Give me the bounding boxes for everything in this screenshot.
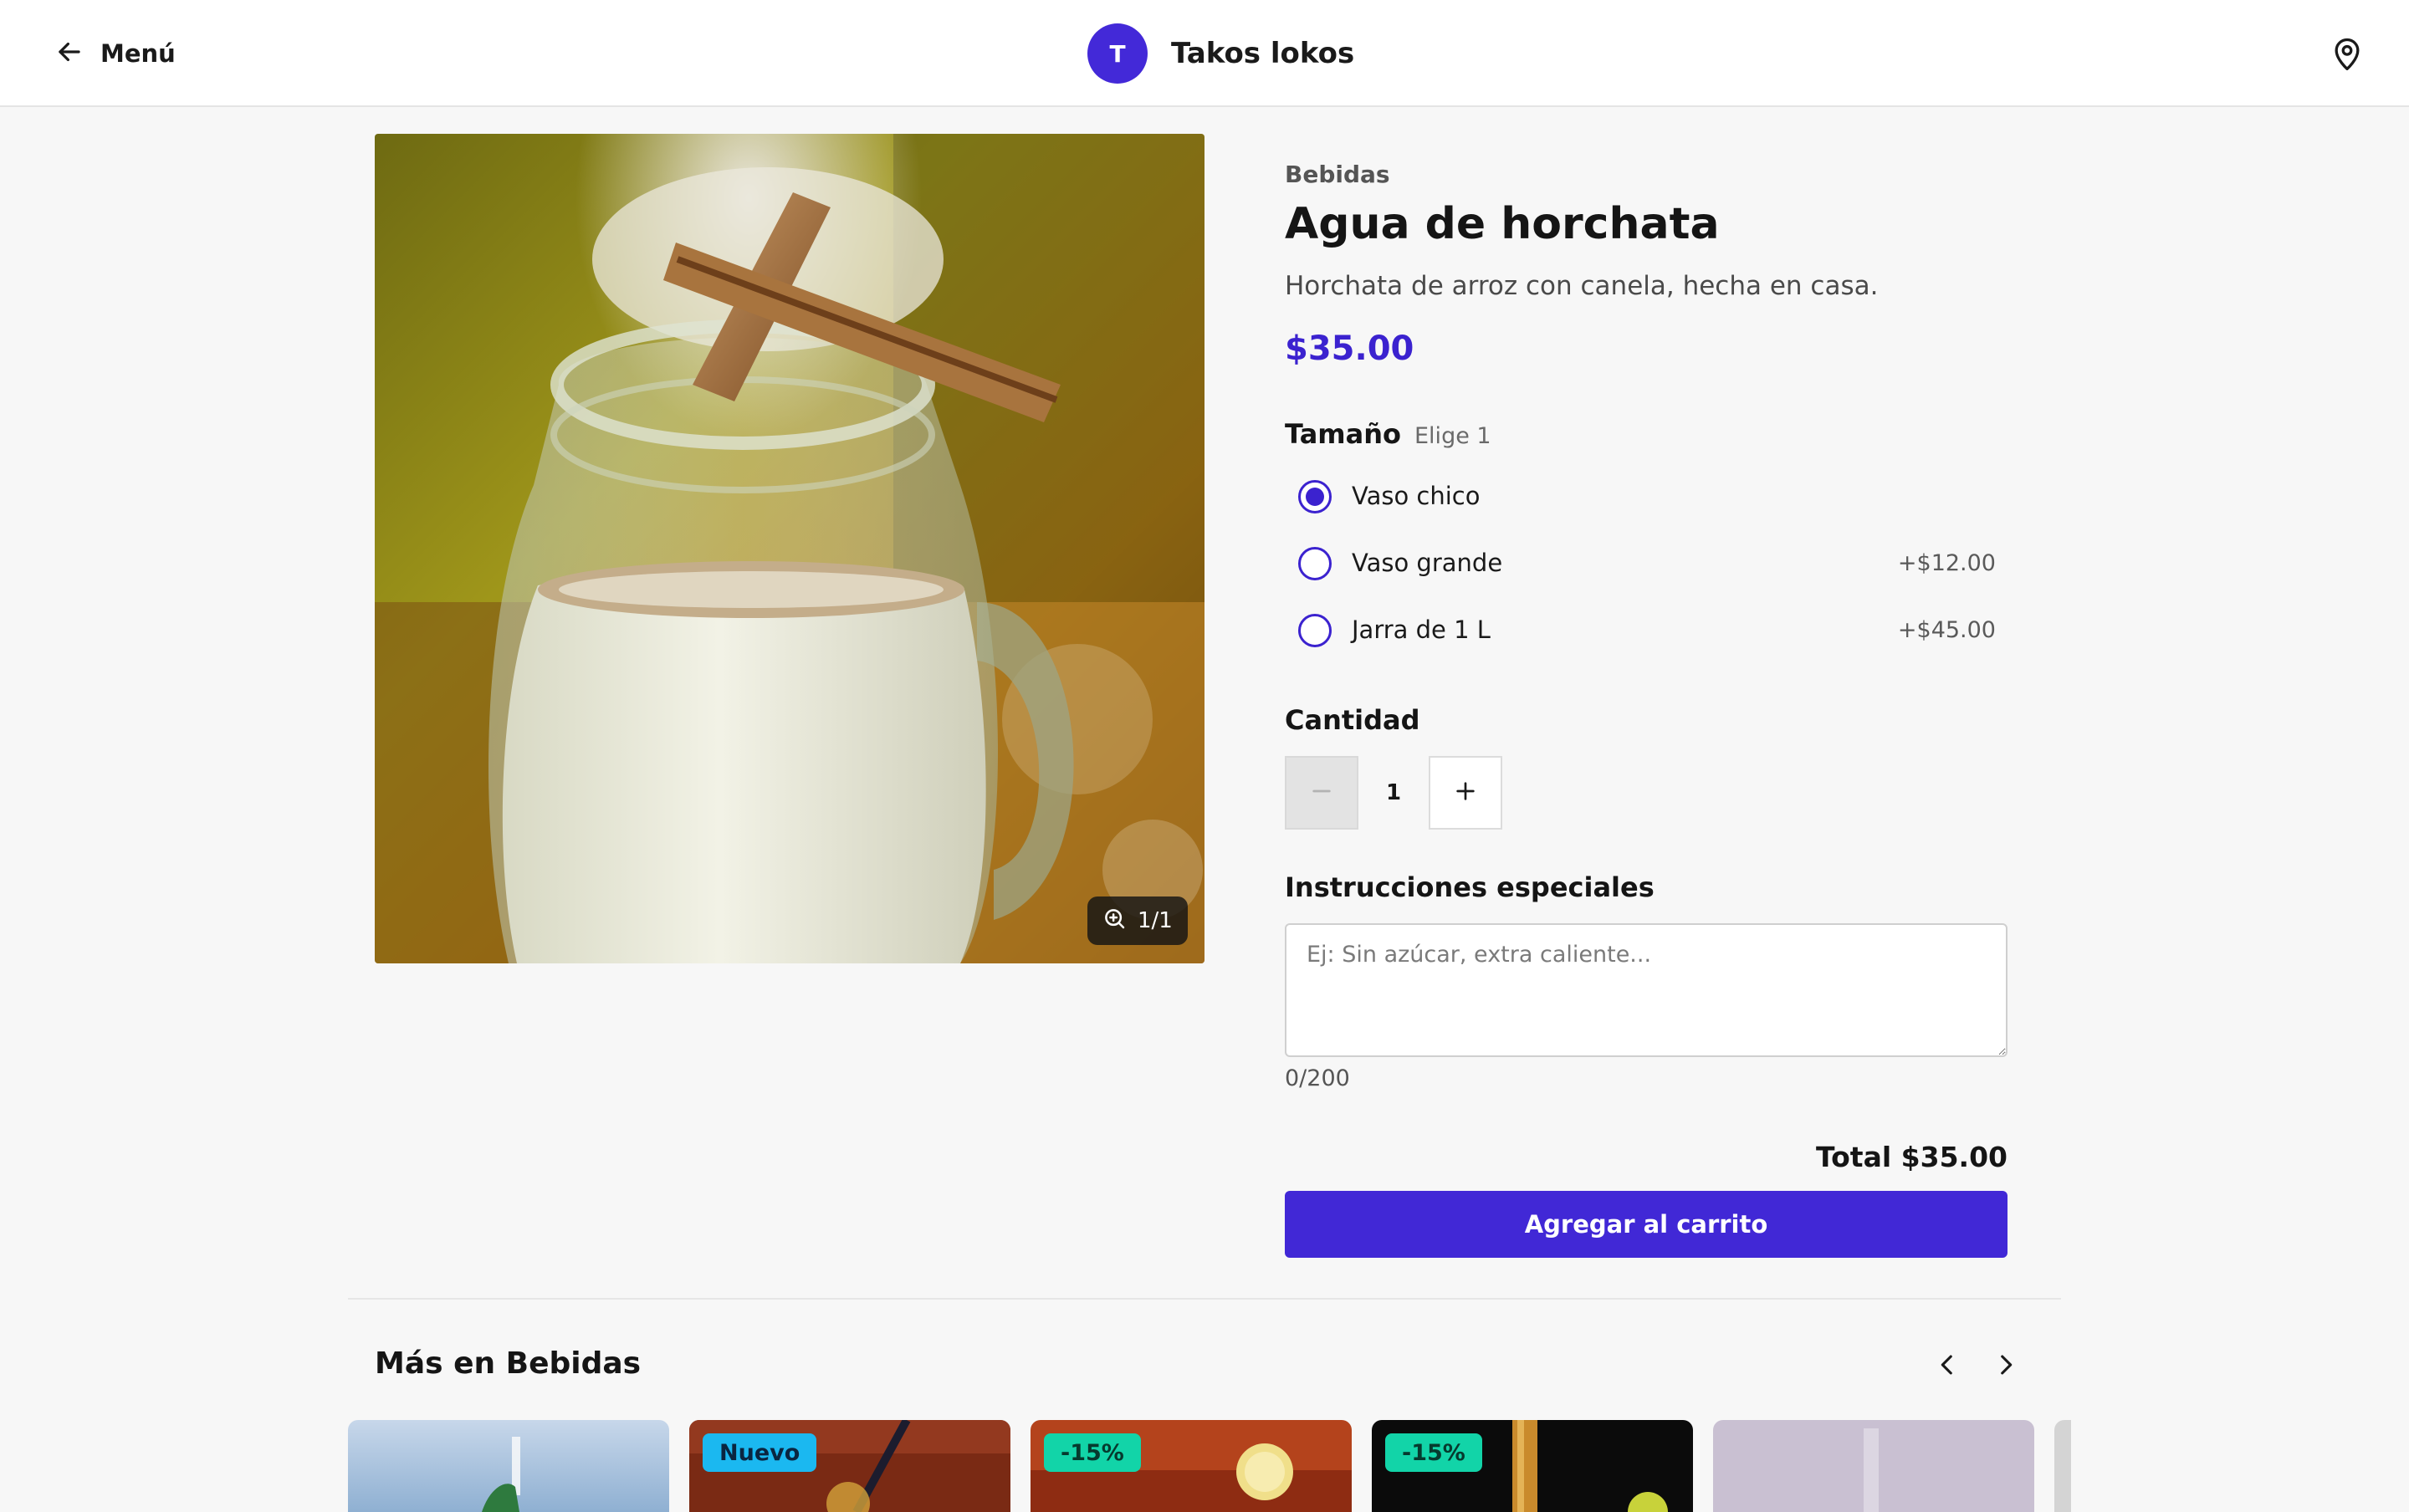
badge-discount: -15% bbox=[1044, 1433, 1141, 1472]
product-thumbnail bbox=[2054, 1420, 2071, 1512]
product-category: Bebidas bbox=[1285, 161, 1390, 188]
size-hint: Elige 1 bbox=[1414, 423, 1491, 449]
avatar: T bbox=[1087, 23, 1148, 84]
chevron-left-icon bbox=[1933, 1351, 1961, 1382]
related-section-title: Más en Bebidas bbox=[375, 1346, 642, 1381]
minus-icon bbox=[1308, 778, 1335, 808]
option-label: Vaso grande bbox=[1352, 549, 1503, 577]
option-label: Jarra de 1 L bbox=[1352, 616, 1491, 644]
product-thumbnail bbox=[348, 1420, 669, 1512]
top-bar: Menú T Takos lokos bbox=[0, 0, 2409, 107]
special-instructions-input[interactable] bbox=[1285, 923, 2008, 1057]
back-label: Menú bbox=[100, 39, 176, 68]
size-option-vaso-chico[interactable]: Vaso chico bbox=[1285, 467, 1996, 527]
option-label: Vaso chico bbox=[1352, 482, 1481, 510]
map-pin-icon bbox=[2329, 38, 2366, 75]
related-product-card[interactable]: -15% bbox=[1372, 1420, 1693, 1512]
related-product-card[interactable] bbox=[348, 1420, 669, 1512]
option-price: +$12.00 bbox=[1897, 550, 1996, 576]
product-description: Horchata de arroz con canela, hecha en c… bbox=[1285, 271, 1879, 301]
restaurant-brand: T Takos lokos bbox=[1087, 23, 1354, 84]
related-product-card[interactable]: Nuevo bbox=[689, 1420, 1010, 1512]
plus-icon bbox=[1452, 778, 1479, 808]
zoom-in-icon bbox=[1102, 907, 1128, 935]
related-product-card[interactable] bbox=[1713, 1420, 2034, 1512]
quantity-decrease-button[interactable] bbox=[1285, 756, 1358, 830]
product-thumbnail bbox=[1713, 1420, 2034, 1512]
quantity-increase-button[interactable] bbox=[1429, 756, 1502, 830]
chevron-right-icon bbox=[1992, 1351, 2020, 1382]
instructions-title: Instrucciones especiales bbox=[1285, 871, 1655, 903]
carousel-next-button[interactable] bbox=[1987, 1348, 2024, 1385]
order-total: Total $35.00 bbox=[1816, 1141, 2008, 1173]
radio-unselected[interactable] bbox=[1298, 547, 1332, 580]
radio-unselected[interactable] bbox=[1298, 614, 1332, 647]
restaurant-name: Takos lokos bbox=[1171, 37, 1355, 70]
quantity-title: Cantidad bbox=[1285, 704, 1420, 736]
option-price: +$45.00 bbox=[1897, 617, 1996, 643]
size-title: Tamaño bbox=[1285, 418, 1401, 450]
character-counter: 0/200 bbox=[1285, 1065, 1350, 1091]
section-divider bbox=[348, 1298, 2061, 1300]
back-to-menu-button[interactable]: Menú bbox=[54, 30, 176, 77]
add-to-cart-button[interactable]: Agregar al carrito bbox=[1285, 1191, 2008, 1258]
carousel-prev-button[interactable] bbox=[1929, 1348, 1966, 1385]
arrow-left-icon bbox=[54, 36, 85, 71]
size-heading: Tamaño Elige 1 bbox=[1285, 418, 1491, 450]
size-option-vaso-grande[interactable]: Vaso grande +$12.00 bbox=[1285, 534, 1996, 594]
radio-selected[interactable] bbox=[1298, 480, 1332, 513]
image-counter: 1/1 bbox=[1138, 908, 1173, 933]
horchata-photo bbox=[375, 134, 1204, 963]
related-product-card[interactable]: -15% bbox=[1031, 1420, 1352, 1512]
quantity-value: 1 bbox=[1385, 780, 1402, 805]
location-button[interactable] bbox=[2329, 35, 2366, 72]
product-title: Agua de horchata bbox=[1285, 199, 1720, 249]
image-zoom-button[interactable]: 1/1 bbox=[1087, 896, 1188, 945]
badge-discount: -15% bbox=[1385, 1433, 1482, 1472]
product-price: $35.00 bbox=[1285, 329, 1414, 368]
size-option-jarra[interactable]: Jarra de 1 L +$45.00 bbox=[1285, 600, 1996, 661]
badge-new: Nuevo bbox=[703, 1433, 817, 1472]
related-product-card-partial[interactable] bbox=[2054, 1420, 2071, 1512]
product-image[interactable]: 1/1 bbox=[375, 134, 1204, 963]
